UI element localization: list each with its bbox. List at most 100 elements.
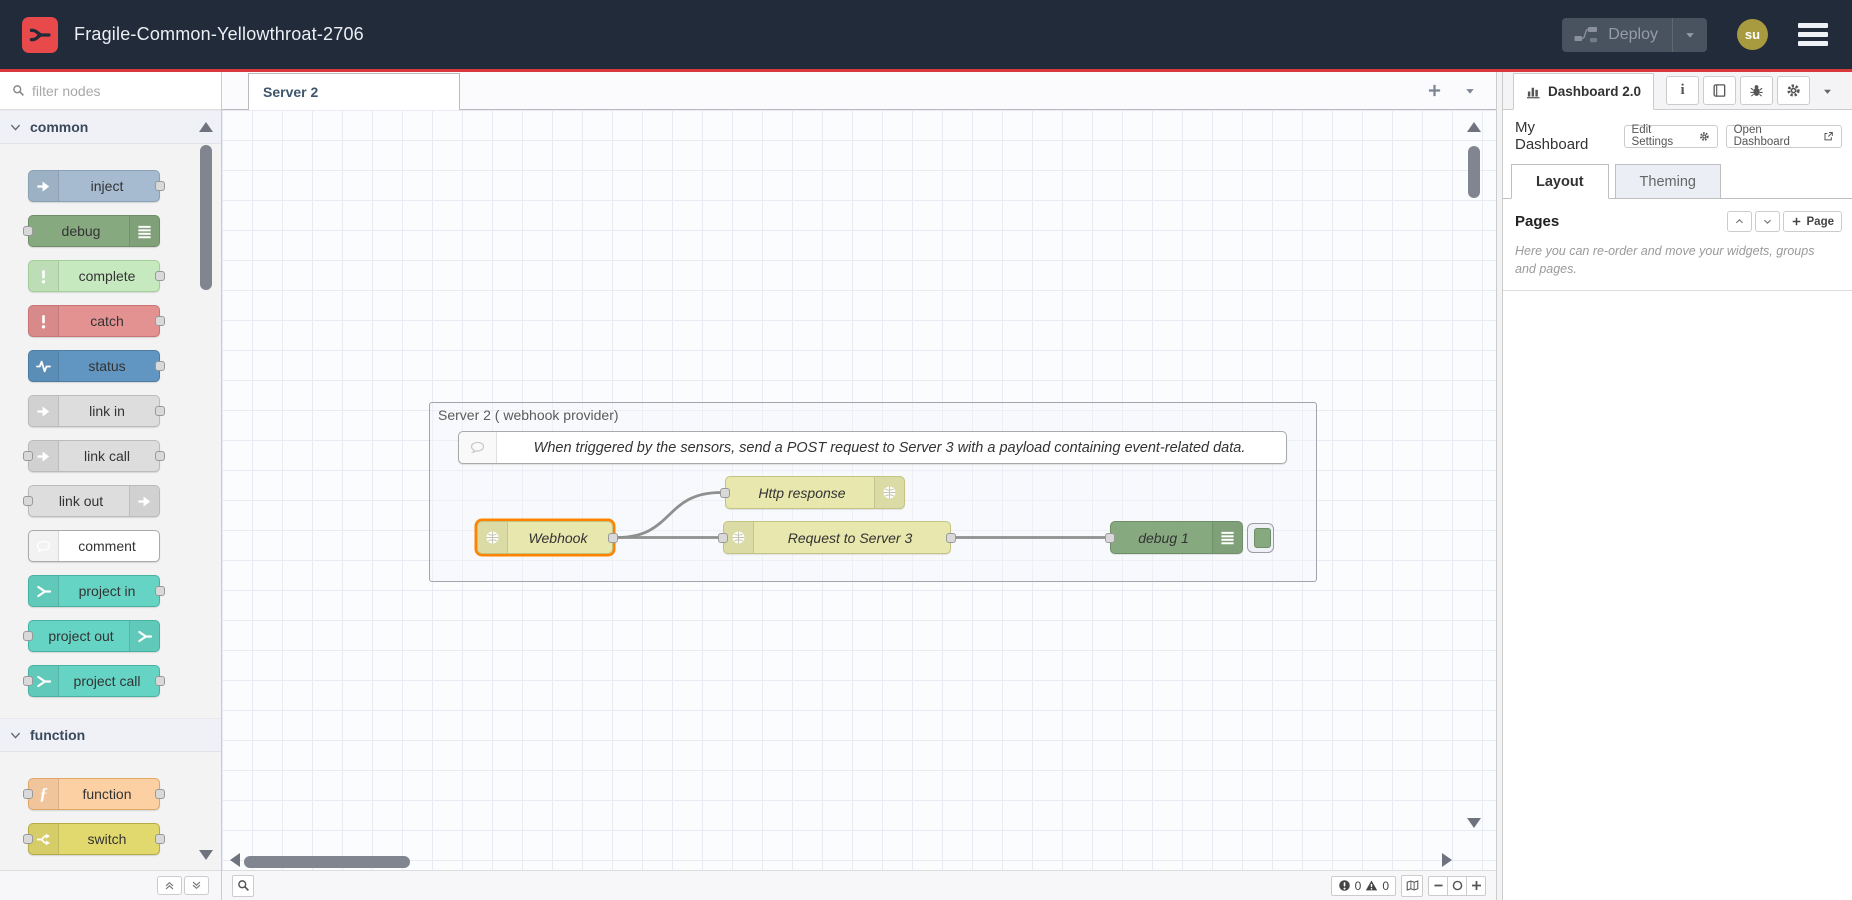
comment-node[interactable]: When triggered by the sensors, send a PO… (458, 431, 1287, 464)
move-page-up-button[interactable] (1727, 211, 1752, 232)
arrow-in-icon (129, 486, 159, 516)
palette-node-link-call[interactable]: link call (28, 440, 160, 472)
output-port[interactable] (155, 586, 165, 596)
canvas-h-scrollbar-thumb[interactable] (244, 856, 410, 868)
edit-settings-button[interactable]: Edit Settings (1624, 125, 1718, 148)
palette-scroll-down-arrow[interactable] (199, 850, 213, 860)
add-flow-button[interactable] (1427, 83, 1442, 98)
palette-node-complete[interactable]: complete (28, 260, 160, 292)
palette-collapse-all-button[interactable] (157, 876, 182, 895)
palette-node-debug[interactable]: debug (28, 215, 160, 247)
output-port[interactable] (155, 316, 165, 326)
edit-settings-label: Edit Settings (1632, 124, 1694, 148)
output-port[interactable] (155, 181, 165, 191)
palette-scrollbar-thumb[interactable] (200, 145, 212, 290)
output-port[interactable] (155, 406, 165, 416)
zoom-out-button[interactable] (1428, 876, 1448, 896)
node-label: status (61, 351, 153, 381)
input-port[interactable] (720, 488, 730, 498)
navigator-toggle-button[interactable] (1401, 875, 1423, 897)
zoom-in-button[interactable] (1466, 876, 1486, 896)
output-port[interactable] (155, 271, 165, 281)
category-header-common[interactable]: common (0, 110, 221, 144)
palette-node-link-in[interactable]: link in (28, 395, 160, 427)
output-port[interactable] (608, 533, 618, 543)
sidebar-tabs-caret[interactable] (1822, 86, 1833, 97)
output-port[interactable] (155, 676, 165, 686)
wire[interactable] (617, 493, 721, 538)
deploy-button[interactable]: Deploy (1562, 18, 1707, 52)
input-port[interactable] (718, 533, 728, 543)
canvas-scroll-up-arrow[interactable] (1467, 122, 1481, 132)
user-avatar[interactable]: su (1737, 19, 1768, 50)
palette-scroll-up-arrow[interactable] (199, 122, 213, 132)
palette-category-common: common inject debug complete catch status lin… (0, 110, 221, 718)
category-label: common (30, 119, 88, 135)
config-tab-button[interactable] (1777, 76, 1810, 105)
canvas-scroll-left-arrow[interactable] (230, 853, 240, 867)
palette-node-inject[interactable]: inject (28, 170, 160, 202)
right-sidebar: Dashboard 2.0 i My Dashboard (1503, 72, 1852, 900)
tab-theming[interactable]: Theming (1615, 164, 1721, 199)
input-port[interactable] (23, 496, 33, 506)
category-header-function[interactable]: function (0, 718, 221, 752)
flow-canvas[interactable]: Server 2 ( webhook provider) When trigge… (222, 110, 1496, 870)
tab-dashboard-2[interactable]: Dashboard 2.0 (1513, 73, 1654, 110)
input-port[interactable] (23, 834, 33, 844)
palette-node-catch[interactable]: catch (28, 305, 160, 337)
zoom-reset-button[interactable] (1447, 876, 1467, 896)
output-port[interactable] (946, 533, 956, 543)
palette-node-function[interactable]: ƒfunction (28, 778, 160, 810)
open-dashboard-button[interactable]: Open Dashboard (1726, 125, 1842, 148)
deploy-options-caret[interactable] (1673, 18, 1707, 52)
output-port[interactable] (155, 451, 165, 461)
palette-filter[interactable]: filter nodes (0, 72, 221, 110)
canvas-scroll-down-arrow[interactable] (1467, 818, 1481, 828)
plus-icon (1791, 216, 1802, 227)
comment-bubble-icon (29, 531, 59, 561)
add-page-button[interactable]: Page (1783, 211, 1843, 232)
input-port[interactable] (23, 676, 33, 686)
main-menu-button[interactable] (1798, 23, 1828, 46)
flow-node-request[interactable]: Request to Server 3 (723, 521, 951, 554)
output-port[interactable] (155, 361, 165, 371)
input-port[interactable] (1105, 533, 1115, 543)
palette-node-switch[interactable]: switch (28, 823, 160, 855)
palette-node-status[interactable]: status (28, 350, 160, 382)
sidebar-splitter[interactable] (1496, 72, 1503, 900)
input-port[interactable] (23, 451, 33, 461)
flow-node-debug1[interactable]: debug 1 (1110, 521, 1243, 554)
flow-node-webhook[interactable]: Webhook (477, 521, 613, 554)
move-page-down-button[interactable] (1755, 211, 1780, 232)
debug-tab-button[interactable] (1740, 76, 1773, 105)
canvas-v-scrollbar-thumb[interactable] (1468, 146, 1480, 198)
canvas-scroll-right-arrow[interactable] (1442, 853, 1452, 867)
node-palette: filter nodes common injectdebugcompletec… (0, 72, 222, 900)
error-count: 0 (1355, 879, 1362, 893)
palette-expand-all-button[interactable] (184, 876, 209, 895)
palette-node-link-out[interactable]: link out (28, 485, 160, 517)
input-port[interactable] (23, 789, 33, 799)
palette-node-comment[interactable]: comment (28, 530, 160, 562)
comment-text: When triggered by the sensors, send a PO… (503, 432, 1276, 463)
palette-node-project-call[interactable]: project call (28, 665, 160, 697)
flow-node-http_response[interactable]: Http response (725, 476, 905, 509)
canvas-search-button[interactable] (232, 875, 254, 897)
output-port[interactable] (155, 834, 165, 844)
flow-tab-server-2[interactable]: Server 2 (248, 73, 460, 110)
help-tab-button[interactable] (1703, 76, 1736, 105)
tab-layout[interactable]: Layout (1511, 164, 1609, 199)
input-port[interactable] (23, 631, 33, 641)
output-port[interactable] (155, 789, 165, 799)
circle-icon (1451, 879, 1464, 892)
palette-node-project-out[interactable]: project out (28, 620, 160, 652)
input-port[interactable] (23, 226, 33, 236)
pages-header-row: Pages Page (1503, 199, 1852, 232)
notification-counters[interactable]: 0 0 (1331, 876, 1396, 896)
exclamation-icon (29, 261, 59, 291)
flow-list-caret[interactable] (1464, 85, 1476, 97)
info-tab-button[interactable]: i (1666, 76, 1699, 105)
arrow-in-icon (29, 441, 59, 471)
palette-node-project-in[interactable]: project in (28, 575, 160, 607)
debug-enable-toggle[interactable] (1247, 523, 1274, 553)
